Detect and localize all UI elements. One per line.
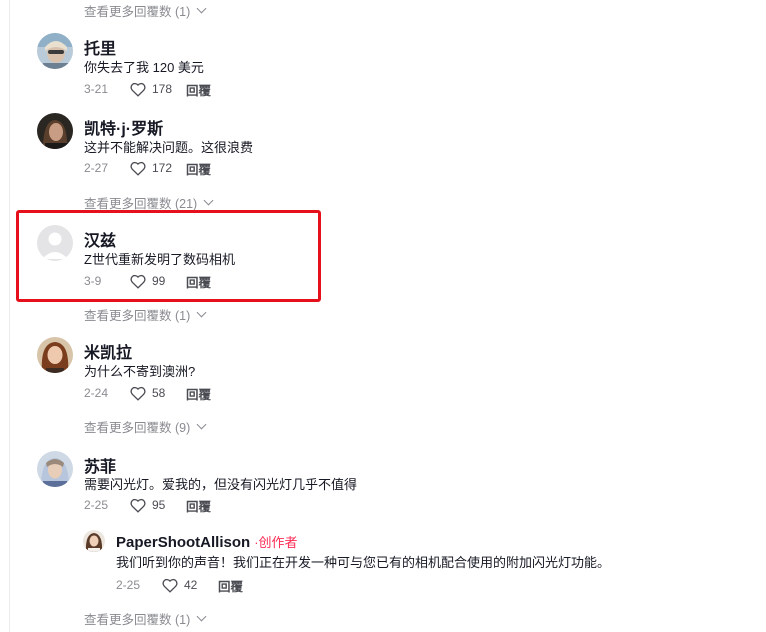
like-button[interactable]: 95 (130, 498, 184, 513)
heart-icon (130, 82, 146, 97)
reply-button[interactable]: 回覆 (186, 80, 211, 99)
comment-text: 你失去了我 120 美元 (84, 60, 204, 75)
like-count: 95 (152, 498, 166, 512)
comment-date: 2-25 (84, 498, 109, 512)
like-button[interactable]: 178 (130, 82, 184, 97)
reply-username[interactable]: PaperShootAllison (116, 534, 250, 551)
comment-text: 这并不能解决问题。这很浪费 (84, 140, 254, 155)
like-count: 58 (152, 386, 166, 400)
comment-text: 需要闪光灯。爱我的，但没有闪光灯几乎不值得 (84, 477, 358, 492)
avatar[interactable] (37, 33, 73, 69)
chevron-down-icon (196, 307, 207, 318)
comment-date: 2-24 (84, 386, 109, 400)
heart-icon (130, 386, 146, 401)
heart-icon (130, 161, 146, 176)
reply-button[interactable]: 回覆 (218, 576, 243, 595)
chevron-down-icon (196, 419, 207, 430)
avatar[interactable] (37, 113, 73, 149)
reply-button[interactable]: 回覆 (186, 159, 211, 178)
like-count: 178 (152, 82, 173, 96)
avatar[interactable] (37, 337, 73, 373)
view-more-replies[interactable]: 查看更多回覆数 (1) (84, 305, 207, 324)
comment-text: 为什么不寄到澳洲? (84, 364, 196, 379)
annotation-highlight-box (16, 210, 321, 302)
comment-actions: 2-24 58 回覆 (84, 384, 211, 402)
like-button[interactable]: 172 (130, 161, 184, 176)
comment-actions: 2-25 95 回覆 (84, 496, 211, 514)
avatar[interactable] (83, 530, 105, 552)
comment-username[interactable]: 托里 (84, 35, 116, 59)
comment-actions: 3-21 178 回覆 (84, 80, 211, 98)
heart-icon (130, 498, 146, 513)
avatar[interactable] (37, 451, 73, 487)
reply-actions: 2-25 42 回覆 (116, 576, 243, 594)
heart-icon (162, 578, 178, 593)
like-count: 42 (184, 578, 198, 592)
like-count: 172 (152, 161, 173, 175)
comment-username[interactable]: 凯特·j·罗斯 (84, 115, 163, 139)
like-button[interactable]: 42 (162, 578, 216, 593)
comment-actions: 2-27 172 回覆 (84, 159, 211, 177)
chevron-down-icon (196, 3, 207, 14)
comment-username[interactable]: 米凯拉 (84, 339, 132, 363)
left-divider (9, 0, 10, 632)
chevron-down-icon (203, 195, 214, 206)
view-more-replies[interactable]: 查看更多回覆数 (1) (84, 609, 207, 628)
view-more-replies[interactable]: 查看更多回覆数 (9) (84, 417, 207, 436)
view-more-replies[interactable]: 查看更多回覆数 (1) (84, 1, 207, 20)
reply-date: 2-25 (116, 578, 141, 592)
chevron-down-icon (196, 611, 207, 622)
reply-button[interactable]: 回覆 (186, 496, 211, 515)
reply-button[interactable]: 回覆 (186, 384, 211, 403)
comment-date: 2-27 (84, 161, 109, 175)
reply-text: 我们听到你的声音！我们正在开发一种可与您已有的相机配合使用的附加闪光灯功能。 (116, 555, 611, 570)
comment-date: 3-21 (84, 82, 109, 96)
creator-badge: ·创作者 (254, 535, 298, 550)
reply-username-line: PaperShootAllison ·创作者 (116, 532, 298, 551)
like-button[interactable]: 58 (130, 386, 184, 401)
